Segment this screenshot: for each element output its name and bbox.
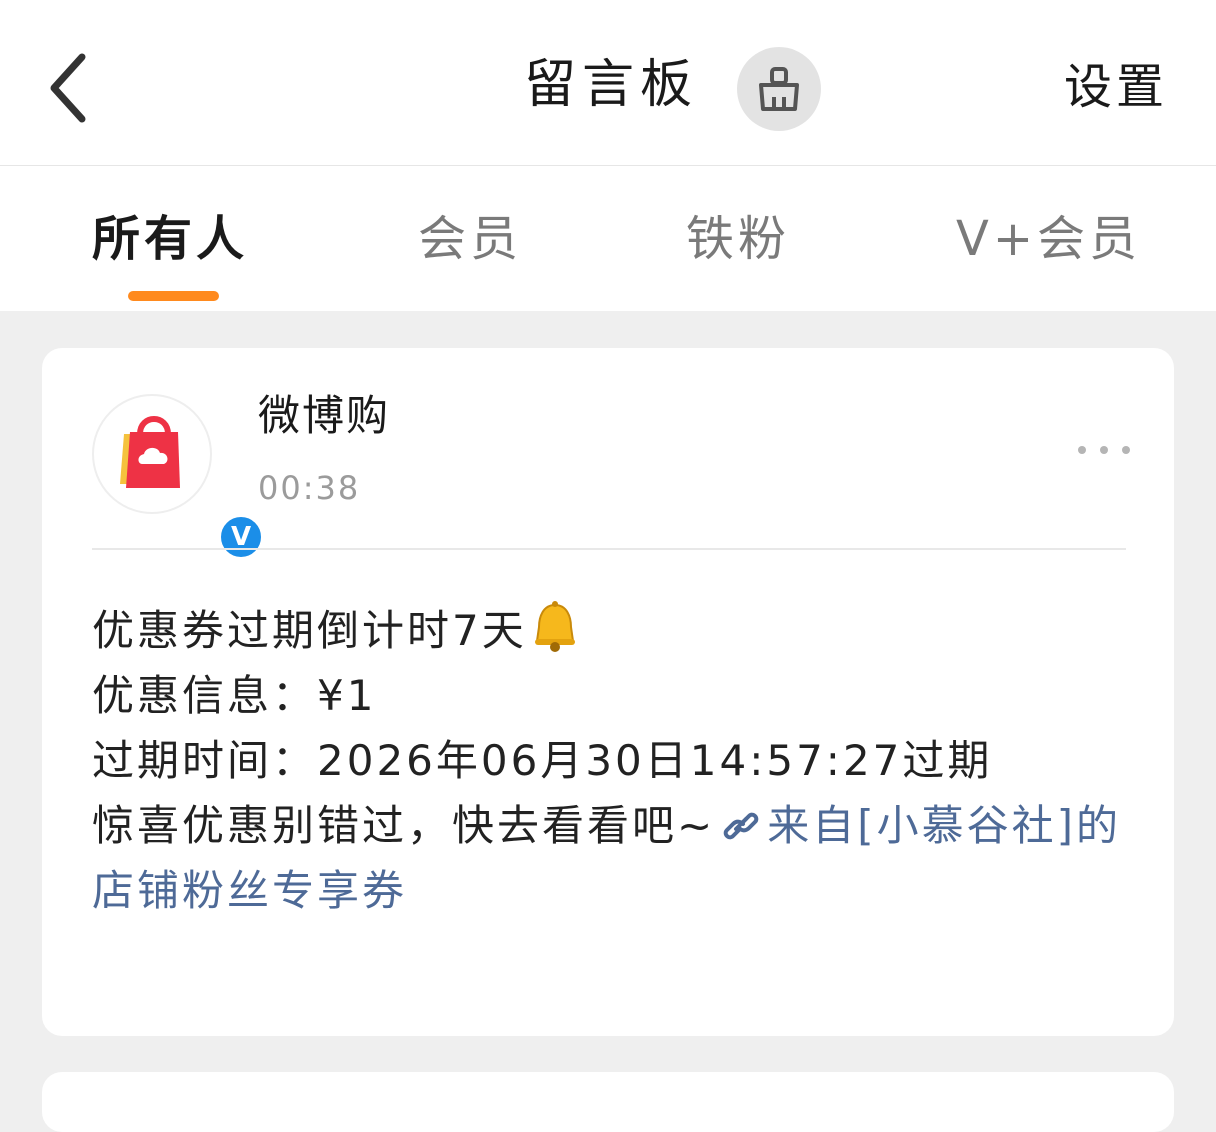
next-message-card <box>42 1072 1174 1132</box>
active-tab-indicator <box>128 291 219 301</box>
bell-icon <box>534 601 575 652</box>
top-bar: 留言板 设置 <box>0 0 1216 166</box>
shopping-bag-logo-icon <box>120 416 180 488</box>
tab-fans[interactable]: 铁粉 <box>686 204 790 274</box>
more-dot-icon <box>1078 446 1086 454</box>
sender-name[interactable]: 微博购 <box>258 386 390 446</box>
more-dot-icon <box>1122 446 1130 454</box>
chevron-left-icon <box>50 53 86 123</box>
link-icon <box>723 812 759 840</box>
clean-button[interactable] <box>737 47 821 131</box>
avatar[interactable]: V <box>92 394 264 560</box>
tab-everyone[interactable]: 所有人 <box>92 204 248 274</box>
more-options-button[interactable] <box>1078 436 1130 464</box>
message-line: 优惠券过期倒计时7天 <box>92 598 1132 663</box>
more-dot-icon <box>1100 446 1108 454</box>
message-card: V 微博购 00:38 优惠券过期倒计时7天 优惠信息：¥1 过期时间：2026… <box>42 348 1174 1036</box>
expiry-time-text: 过期时间：2026年06月30日14:57:27过期 <box>92 736 993 785</box>
countdown-text: 优惠券过期倒计时7天 <box>92 606 527 655</box>
discount-info-text: 优惠信息：¥1 <box>92 671 377 720</box>
divider <box>92 548 1126 550</box>
back-button[interactable] <box>38 48 98 128</box>
audience-tabs: 所有人 会员 铁粉 V+会员 <box>0 166 1216 311</box>
settings-button[interactable]: 设置 <box>1064 52 1168 122</box>
post-time: 00:38 <box>258 469 361 507</box>
message-body: 优惠券过期倒计时7天 优惠信息：¥1 过期时间：2026年06月30日14:57… <box>92 598 1132 923</box>
tab-members[interactable]: 会员 <box>418 204 522 274</box>
promo-text-with-link: 惊喜优惠别错过，快去看看吧~ 来自[小慕谷社]的店铺粉丝专享券 <box>92 801 1121 915</box>
page-title: 留言板 <box>524 55 699 115</box>
promo-text: 惊喜优惠别错过，快去看看吧~ <box>92 801 716 850</box>
broom-icon <box>759 67 799 111</box>
tab-vplus-members[interactable]: V+会员 <box>956 204 1141 274</box>
verified-badge: V <box>218 514 264 560</box>
